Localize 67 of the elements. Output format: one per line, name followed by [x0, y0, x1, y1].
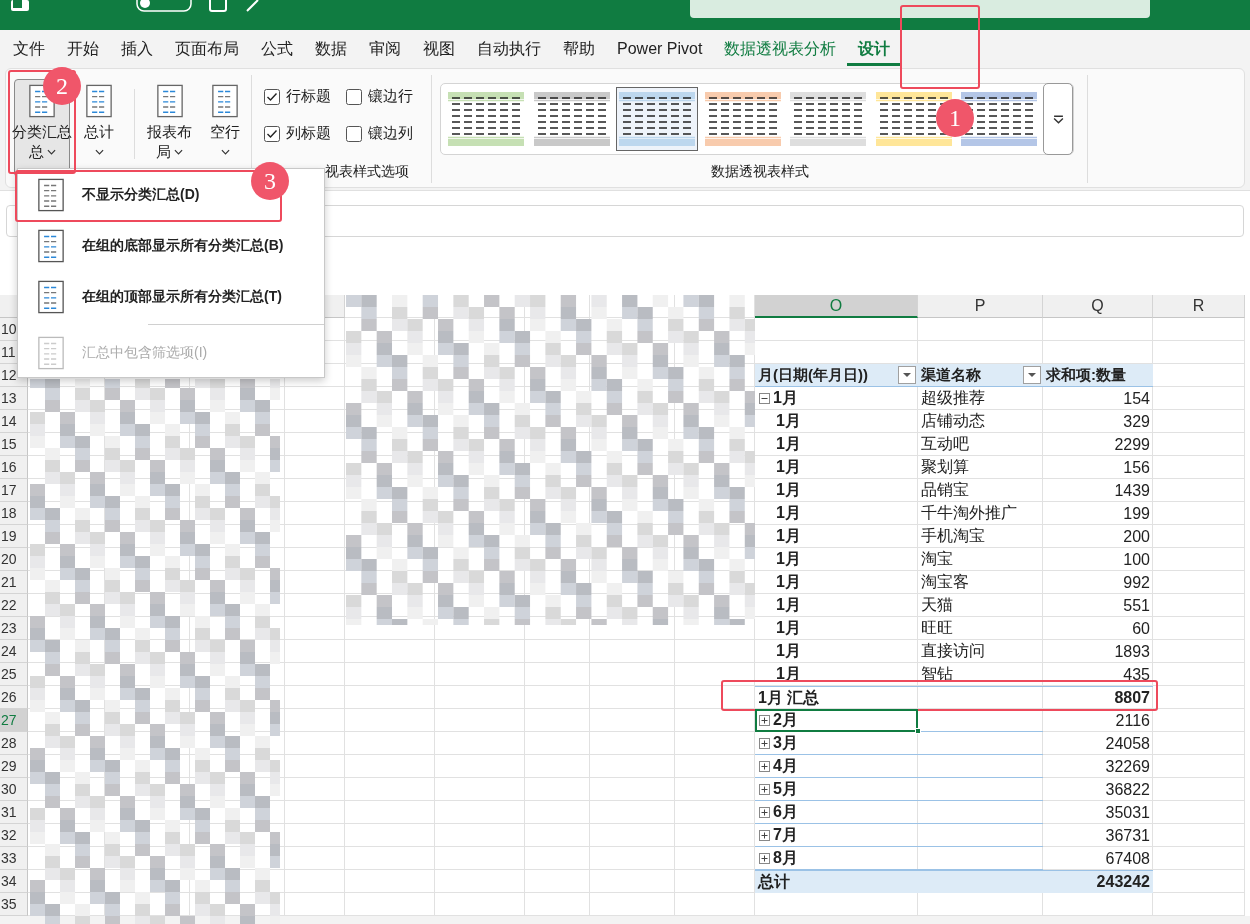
- button-label: 总: [28, 142, 44, 162]
- value-cell-text: 32269: [1104, 756, 1151, 777]
- month-label: 1月 汇总: [758, 687, 820, 708]
- month-label: 3月: [773, 732, 798, 753]
- value-cell-text: 2299: [1113, 434, 1151, 455]
- header-label: 月(日期(年月日)): [758, 365, 869, 385]
- value-cell-text: 200: [1122, 526, 1151, 547]
- menu-item-label: 在组的底部显示所有分类汇总(B): [82, 236, 284, 255]
- menu-item-label: 汇总中包含筛选项(I): [82, 343, 208, 362]
- channel-cell-text: 智钻: [920, 664, 954, 684]
- value-cell-text: 199: [1122, 503, 1151, 524]
- channel-cell-text: 淘宝客: [920, 572, 970, 592]
- value-cell-text: 35031: [1104, 802, 1151, 823]
- value-cell-text: 154: [1122, 388, 1151, 409]
- value-cell: 8807: [1043, 686, 1153, 709]
- month-label: 1月: [773, 388, 798, 408]
- group-label: 数据透视表样式: [710, 163, 809, 181]
- value-cell-text: 36822: [1104, 779, 1151, 800]
- channel-cell-text: 旺旺: [920, 618, 954, 638]
- channel-cell-text: 互动吧: [920, 434, 970, 454]
- month-label: 1月: [775, 411, 801, 431]
- channel-cell-text: 店铺动态: [920, 411, 986, 431]
- value-cell-text: 435: [1122, 664, 1151, 685]
- month-label: 1月: [775, 641, 801, 661]
- header-label: 求和项:数量: [1046, 365, 1127, 385]
- month-label: 1月: [775, 457, 801, 477]
- header-label: 渠道名称: [921, 365, 982, 385]
- month-label: 8月: [773, 847, 798, 868]
- menu-item-label: 在组的顶部显示所有分类汇总(T): [82, 287, 282, 306]
- value-cell: 243242: [1043, 870, 1153, 893]
- channel-cell-text: 淘宝: [920, 549, 954, 569]
- month-label: 6月: [773, 801, 798, 822]
- value-cell-text: 551: [1122, 595, 1151, 616]
- value-cell-text: 329: [1122, 411, 1151, 432]
- channel-cell-text: 聚划算: [920, 457, 970, 477]
- month-label: 1月: [775, 503, 801, 523]
- month-label: 总计: [758, 871, 790, 892]
- month-label: 1月: [775, 618, 801, 638]
- month-label: 1月: [775, 549, 801, 569]
- month-label: 1月: [775, 572, 801, 592]
- value-cell-text: 67408: [1104, 848, 1151, 869]
- month-label: 1月: [775, 595, 801, 615]
- value-cell-text: 100: [1122, 549, 1151, 570]
- month-label: 4月: [773, 755, 798, 776]
- value-cell-text: 36731: [1104, 825, 1151, 846]
- value-cell-text: 60: [1131, 618, 1151, 639]
- channel-cell-text: 直接访问: [920, 641, 986, 661]
- month-label: 2月: [773, 709, 798, 730]
- value-cell-text: 2116: [1114, 710, 1151, 731]
- value-cell-text: 156: [1122, 457, 1151, 478]
- channel-cell-text: 天猫: [920, 595, 954, 615]
- value-cell-text: 1893: [1113, 641, 1151, 662]
- month-label: 1月: [775, 526, 801, 546]
- channel-cell-text: 手机淘宝: [920, 526, 986, 546]
- value-cell-text: 24058: [1104, 733, 1151, 754]
- menu-item-label: 不显示分类汇总(D): [82, 185, 200, 204]
- group-label: 视表样式选项: [325, 163, 409, 181]
- channel-cell-text: 千牛淘外推广: [920, 503, 1018, 523]
- channel-cell-text: 超级推荐: [920, 388, 986, 408]
- value-cell-text: 1439: [1113, 480, 1151, 501]
- value-cell-text: 992: [1122, 572, 1151, 593]
- month-label: 1月: [775, 480, 801, 500]
- button-label: 局: [156, 142, 172, 162]
- channel-cell-text: 品销宝: [920, 480, 970, 500]
- month-label: 7月: [773, 824, 798, 845]
- month-label: 1月: [775, 434, 801, 454]
- month-label: 5月: [773, 778, 798, 799]
